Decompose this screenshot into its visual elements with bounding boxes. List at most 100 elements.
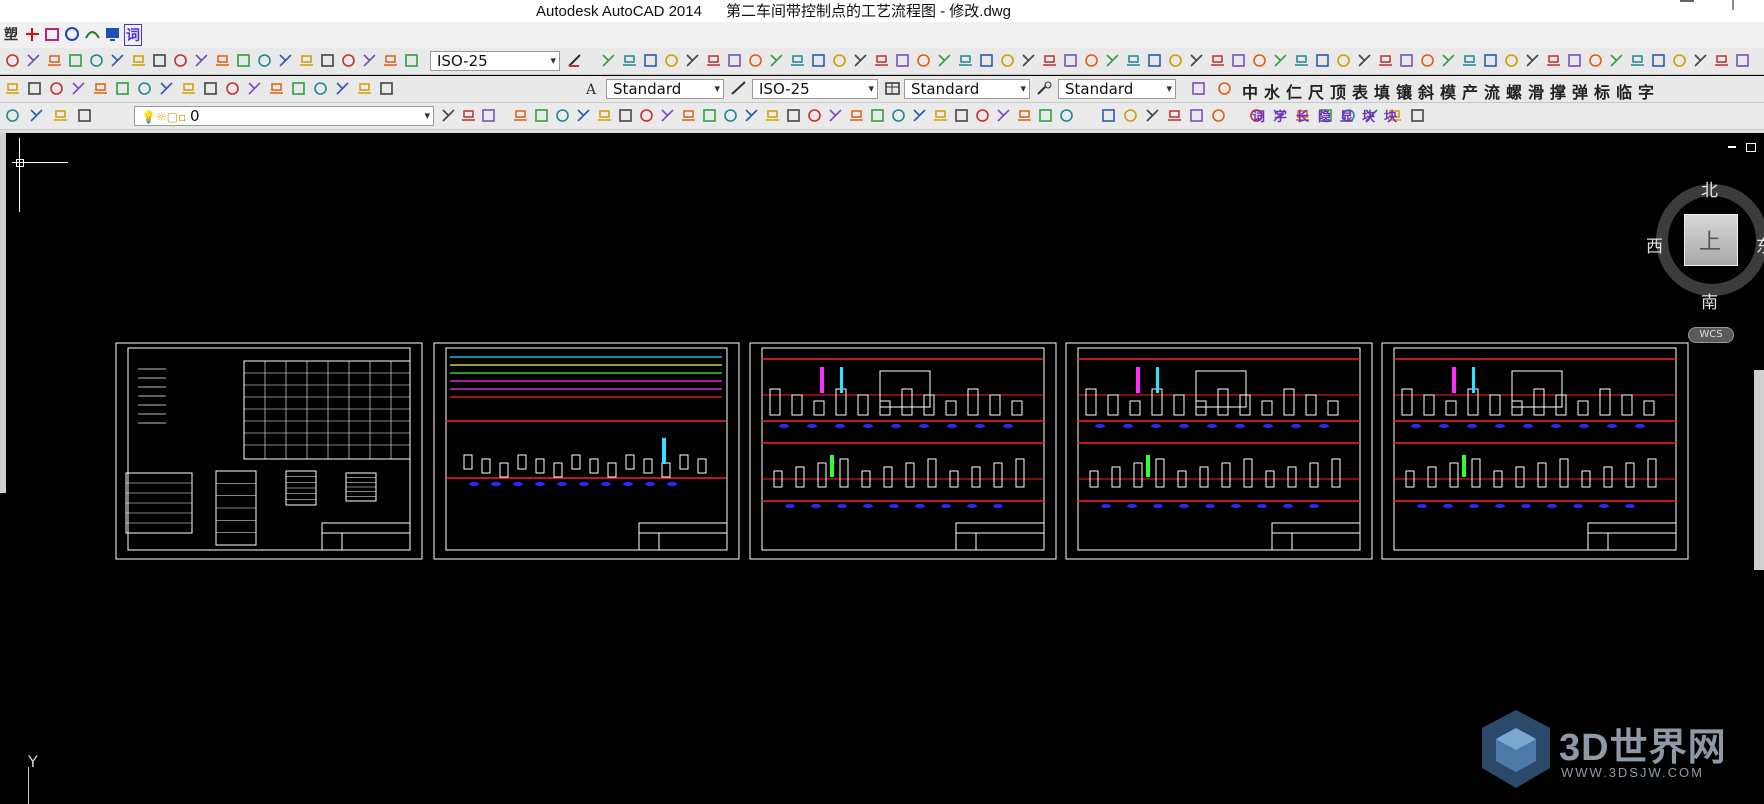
toolbar-tool-icon[interactable]: [4, 52, 21, 69]
toolbar-tool-icon[interactable]: [440, 107, 457, 124]
toolbar-tool-icon[interactable]: [1188, 52, 1205, 69]
toolbar-tool-icon[interactable]: [894, 52, 911, 69]
toolbar-tool-icon[interactable]: [890, 107, 907, 124]
toolbar-tool-icon[interactable]: [25, 52, 42, 69]
toolbar-tool-icon[interactable]: [1692, 52, 1709, 69]
dimstyle-icon[interactable]: [566, 52, 583, 69]
cn-tool-16[interactable]: 标: [1594, 79, 1610, 103]
toolbar-tool-icon[interactable]: [1356, 52, 1373, 69]
cn-tool-18[interactable]: 字: [1638, 79, 1654, 103]
toolbar-tool-icon[interactable]: [214, 52, 231, 69]
toolbar-tool-icon[interactable]: [705, 52, 722, 69]
toolbar-tool-icon[interactable]: [1230, 52, 1247, 69]
toolbar-tool-icon[interactable]: [957, 52, 974, 69]
toolbar-tool-icon[interactable]: [638, 107, 655, 124]
toolbar-tool-icon[interactable]: [915, 52, 932, 69]
toolbar-tool-icon[interactable]: [873, 52, 890, 69]
toolbar-tool-icon[interactable]: [4, 80, 21, 97]
toolbar-tool-icon[interactable]: [1398, 52, 1415, 69]
toolbar-tool-icon[interactable]: [224, 80, 241, 97]
toolbar-tool-icon[interactable]: [600, 52, 617, 69]
toolbar-tool-icon[interactable]: [575, 107, 592, 124]
toolbar-tool-icon[interactable]: [1524, 52, 1541, 69]
toolbar-tool-icon[interactable]: [480, 107, 497, 124]
toolbar-tool-icon[interactable]: [290, 80, 307, 97]
cn-tool-0[interactable]: 中: [1242, 79, 1258, 103]
toolbar-tool-icon[interactable]: [382, 52, 399, 69]
toolbar-tool-icon[interactable]: [319, 52, 336, 69]
toolbar-tool-icon[interactable]: [932, 107, 949, 124]
dim-style-select-2[interactable]: ISO-25 ▾: [752, 79, 878, 99]
compass-east[interactable]: 东: [1756, 232, 1764, 257]
toolbar-tool-icon[interactable]: [1016, 107, 1033, 124]
toolbar-tool-icon[interactable]: [726, 52, 743, 69]
toolbar-tool-icon[interactable]: [680, 107, 697, 124]
crosshair-icon[interactable]: [24, 26, 41, 43]
compass-south[interactable]: 南: [1701, 288, 1718, 313]
toolbar-tool-icon[interactable]: [768, 52, 785, 69]
table-style-icon[interactable]: [884, 80, 901, 97]
toolbar-tool-icon[interactable]: [1209, 52, 1226, 69]
cn-tool-3[interactable]: 尺: [1308, 79, 1324, 103]
toolbar-tool-icon[interactable]: [26, 80, 43, 97]
cn-block-tool-1[interactable]: 字: [1274, 106, 1287, 125]
toolbar-tool-icon[interactable]: [70, 80, 87, 97]
cn-block-tool-3[interactable]: 隐: [1318, 106, 1331, 125]
toolbar-tool-icon[interactable]: [109, 52, 126, 69]
toolbar-tool-icon[interactable]: [869, 107, 886, 124]
toolbar-tool-icon[interactable]: [743, 107, 760, 124]
toolbar-tool-icon[interactable]: [1144, 107, 1161, 124]
toolbar-tool-icon[interactable]: [764, 107, 781, 124]
toolbar-tool-icon[interactable]: [1713, 52, 1730, 69]
toolbar-tool-icon[interactable]: [978, 52, 995, 69]
toolbar-tool-icon[interactable]: [1671, 52, 1688, 69]
cn-tool-10[interactable]: 产: [1462, 79, 1478, 103]
compass-north[interactable]: 北: [1701, 176, 1718, 201]
toolbar-tool-icon[interactable]: [684, 52, 701, 69]
toolbar-tool-icon[interactable]: [312, 80, 329, 97]
toolbar-tool-icon[interactable]: [1377, 52, 1394, 69]
compass-west[interactable]: 西: [1646, 232, 1663, 257]
toolbar-tool-icon[interactable]: [1587, 52, 1604, 69]
arc-icon[interactable]: [84, 26, 101, 43]
toolbar-tool-icon[interactable]: [1545, 52, 1562, 69]
toolbar-tool-icon[interactable]: [747, 52, 764, 69]
toolbar-tool-icon[interactable]: [1608, 52, 1625, 69]
viewport-minimize-icon[interactable]: [1728, 146, 1736, 148]
mleader-style-icon[interactable]: [1036, 80, 1053, 97]
toolbar-tool-icon[interactable]: [659, 107, 676, 124]
toolbar-tool-icon[interactable]: [617, 107, 634, 124]
cn-block-tool-2[interactable]: 长: [1296, 106, 1309, 125]
cn-tool-14[interactable]: 撑: [1550, 79, 1566, 103]
toolbar-tool-icon[interactable]: [1104, 52, 1121, 69]
cn-tool-9[interactable]: 模: [1440, 79, 1456, 103]
toolbar-tool-icon[interactable]: [1146, 52, 1163, 69]
toolbar-tool-icon[interactable]: [1482, 52, 1499, 69]
toolbar-tool-icon[interactable]: [1335, 52, 1352, 69]
minimize-button[interactable]: [1680, 0, 1694, 2]
toolbar-tool-icon[interactable]: [953, 107, 970, 124]
layer-select[interactable]: 💡☼▢▫ 0 ▾: [134, 106, 434, 126]
toolbar-tool-icon[interactable]: [92, 80, 109, 97]
toolbar-tool-icon[interactable]: [806, 107, 823, 124]
toolbar-tool-icon[interactable]: [180, 80, 197, 97]
toolbar-tool-icon[interactable]: [277, 52, 294, 69]
drawing-canvas[interactable]: [0, 133, 1764, 804]
toolbar-tool-icon[interactable]: [1190, 80, 1207, 97]
dim-style-icon[interactable]: [730, 80, 747, 97]
toolbar-tool-icon[interactable]: [172, 52, 189, 69]
toolbar-tool-icon[interactable]: [642, 52, 659, 69]
toolbar-tool-icon[interactable]: [1409, 107, 1426, 124]
toolbar-tool-icon[interactable]: [378, 80, 395, 97]
toolbar-tool-icon[interactable]: [193, 52, 210, 69]
toolbar-tool-icon[interactable]: [827, 107, 844, 124]
toolbar-tool-icon[interactable]: [340, 52, 357, 69]
toolbar-tool-icon[interactable]: [361, 52, 378, 69]
dim-style-select[interactable]: ISO-25 ▾: [430, 51, 560, 71]
toolbar-tool-icon[interactable]: [334, 80, 351, 97]
toolbar-tool-icon[interactable]: [999, 52, 1016, 69]
toolbar-tool-icon[interactable]: [1461, 52, 1478, 69]
table-style-select[interactable]: Standard ▾: [904, 79, 1030, 99]
toolbar-label-word[interactable]: 词: [124, 24, 142, 46]
toolbar-tool-icon[interactable]: [1503, 52, 1520, 69]
